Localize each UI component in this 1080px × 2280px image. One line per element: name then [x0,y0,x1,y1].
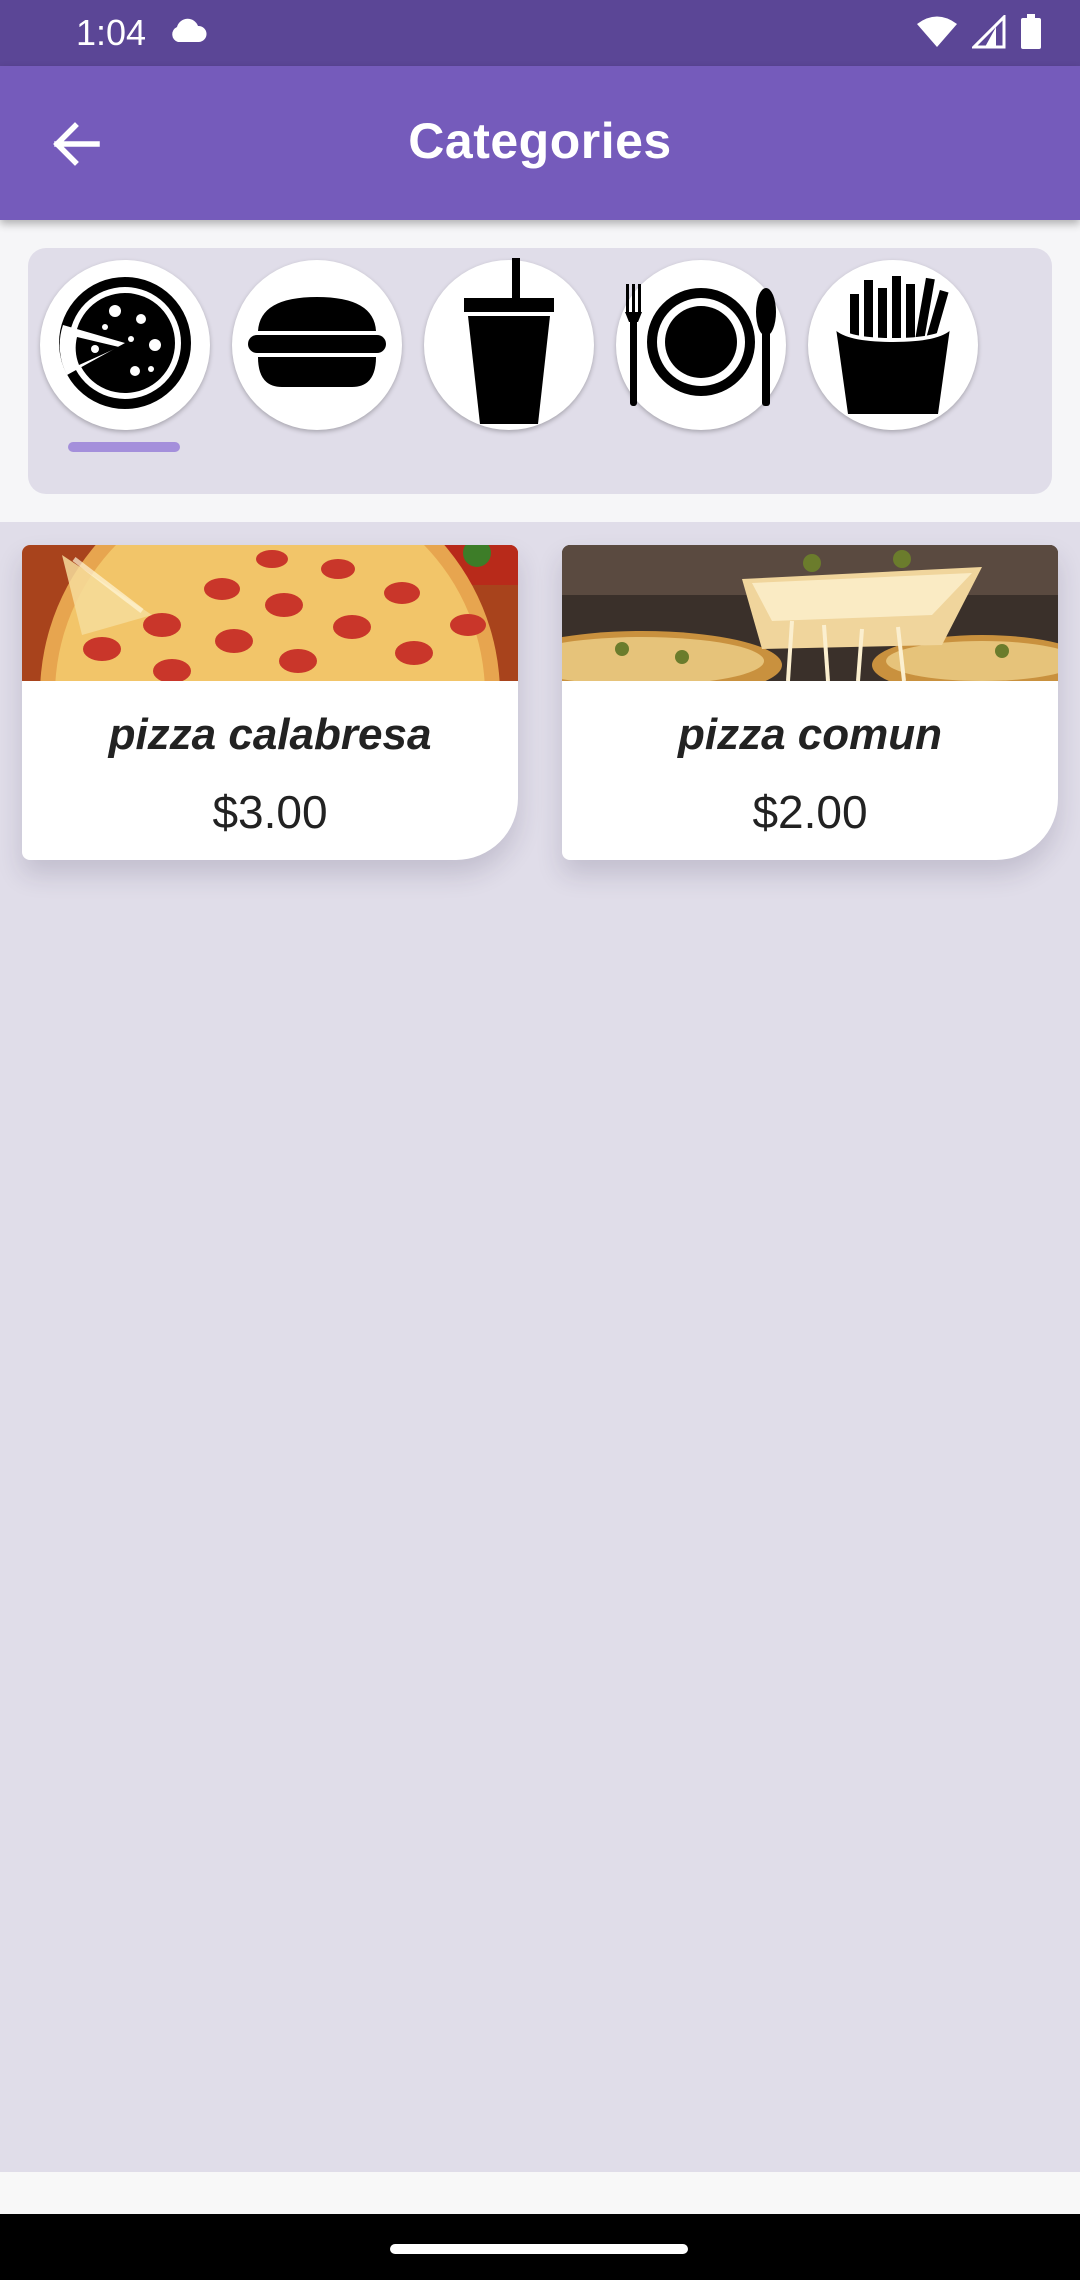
pizza-icon [55,273,195,418]
fries-icon [828,268,958,423]
category-list [28,248,1052,494]
product-name: pizza calabresa [108,710,432,759]
status-bar: 1:04 [0,0,1080,66]
pizza-comun-image [562,545,1058,681]
category-item-fries[interactable] [808,260,978,430]
bottom-strip [0,2172,1080,2214]
navigation-bar [0,2214,1080,2280]
cloud-icon [168,18,208,49]
product-name: pizza comun [677,710,943,759]
product-card-pizza-comun[interactable]: pizza comun $2.00 [562,545,1058,860]
category-item-burger[interactable] [232,260,402,430]
page-title: Categories [408,113,672,169]
category-item-drinks[interactable] [424,257,594,433]
status-time: 1:04 [76,12,147,53]
drink-icon [454,257,564,433]
product-price: $3.00 [212,786,328,838]
plate-icon [616,278,786,413]
category-section [0,220,1080,522]
selected-category-indicator [68,442,180,452]
category-item-meals[interactable] [616,260,786,430]
home-indicator[interactable] [390,2244,688,2254]
signal-icon [970,13,1006,54]
battery-icon [1020,14,1042,55]
wifi-icon [916,15,958,54]
product-card-pizza-calabresa[interactable]: pizza calabresa $3.00 [22,545,518,860]
app-bar: Categories [0,66,1080,220]
category-item-pizza[interactable] [40,260,210,430]
product-price: $2.00 [752,786,868,838]
pizza-calabresa-image [22,545,518,681]
burger-icon [242,293,392,398]
